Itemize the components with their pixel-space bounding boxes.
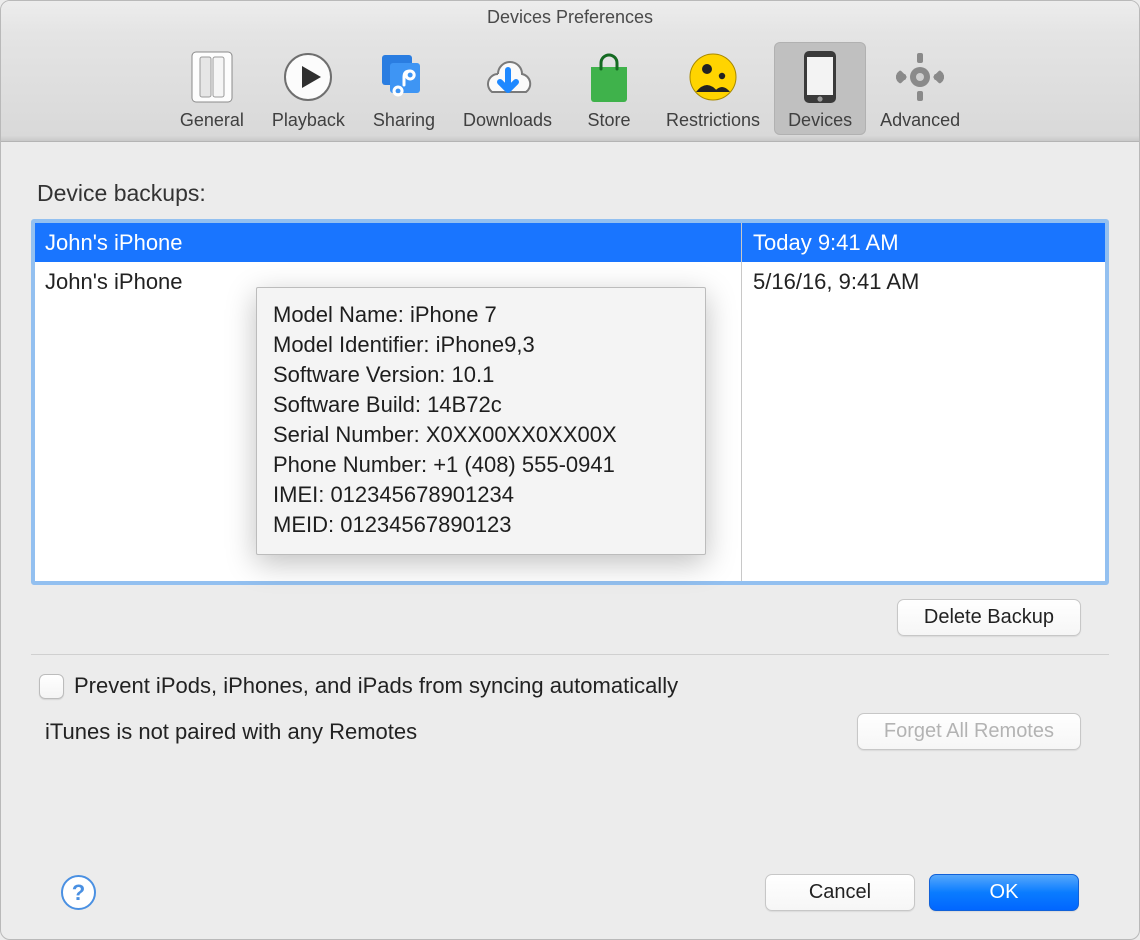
preferences-toolbar: General Playback Sharing: [1, 34, 1139, 142]
tooltip-line: Phone Number: +1 (408) 555-0941: [273, 450, 689, 480]
tab-label: Devices: [788, 110, 852, 131]
tab-label: Store: [588, 110, 631, 131]
restrictions-icon: [684, 48, 742, 106]
tab-devices[interactable]: Devices: [774, 42, 866, 135]
store-icon: [580, 48, 638, 106]
playback-icon: [279, 48, 337, 106]
tooltip-line: MEID: 01234567890123: [273, 510, 689, 540]
tab-playback[interactable]: Playback: [258, 42, 359, 135]
tab-label: Restrictions: [666, 110, 760, 131]
tab-label: General: [180, 110, 244, 131]
backup-row[interactable]: John's iPhone Today 9:41 AM: [35, 223, 1105, 262]
sharing-icon: [375, 48, 433, 106]
prevent-sync-checkbox[interactable]: [39, 674, 64, 699]
column-divider: [741, 223, 742, 581]
preferences-window: Devices Preferences General Playback: [0, 0, 1140, 940]
tab-restrictions[interactable]: Restrictions: [652, 42, 774, 135]
tooltip-line: Software Version: 10.1: [273, 360, 689, 390]
tab-sharing[interactable]: Sharing: [359, 42, 449, 135]
advanced-icon: [891, 48, 949, 106]
tab-label: Sharing: [373, 110, 435, 131]
tab-label: Playback: [272, 110, 345, 131]
separator: [31, 654, 1109, 655]
devices-content: Device backups: John's iPhone Today 9:41…: [1, 142, 1139, 939]
tooltip-line: IMEI: 012345678901234: [273, 480, 689, 510]
tab-general[interactable]: General: [166, 42, 258, 135]
tooltip-line: Serial Number: X0XX00XX0XX00X: [273, 420, 689, 450]
backup-date: Today 9:41 AM: [741, 223, 1105, 262]
device-info-tooltip: Model Name: iPhone 7 Model Identifier: i…: [256, 287, 706, 555]
ok-button[interactable]: OK: [929, 874, 1079, 911]
backup-date: 5/16/16, 9:41 AM: [741, 262, 1105, 301]
general-icon: [183, 48, 241, 106]
tab-label: Downloads: [463, 110, 552, 131]
tab-downloads[interactable]: Downloads: [449, 42, 566, 135]
window-title: Devices Preferences: [1, 1, 1139, 34]
tooltip-line: Software Build: 14B72c: [273, 390, 689, 420]
cancel-button[interactable]: Cancel: [765, 874, 915, 911]
remotes-status-text: iTunes is not paired with any Remotes: [45, 719, 417, 745]
tab-label: Advanced: [880, 110, 960, 131]
tooltip-line: Model Identifier: iPhone9,3: [273, 330, 689, 360]
tooltip-line: Model Name: iPhone 7: [273, 300, 689, 330]
help-button[interactable]: ?: [61, 875, 96, 910]
backup-name: John's iPhone: [35, 223, 741, 262]
device-backups-heading: Device backups:: [37, 180, 1109, 207]
forget-all-remotes-button: Forget All Remotes: [857, 713, 1081, 750]
tab-store[interactable]: Store: [566, 42, 652, 135]
prevent-sync-label: Prevent iPods, iPhones, and iPads from s…: [74, 673, 678, 699]
devices-icon: [791, 48, 849, 106]
tab-advanced[interactable]: Advanced: [866, 42, 974, 135]
device-backups-list[interactable]: John's iPhone Today 9:41 AM John's iPhon…: [31, 219, 1109, 585]
delete-backup-button[interactable]: Delete Backup: [897, 599, 1081, 636]
downloads-icon: [479, 48, 537, 106]
